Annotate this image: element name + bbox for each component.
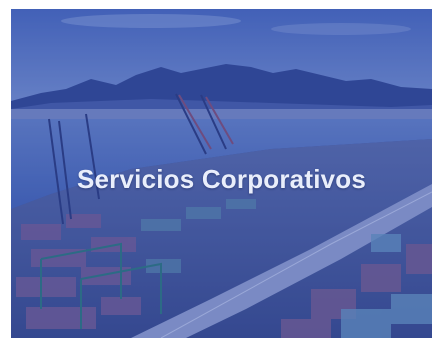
hero-banner: Servicios Corporativos — [11, 9, 432, 338]
hero-title: Servicios Corporativos — [76, 164, 367, 194]
